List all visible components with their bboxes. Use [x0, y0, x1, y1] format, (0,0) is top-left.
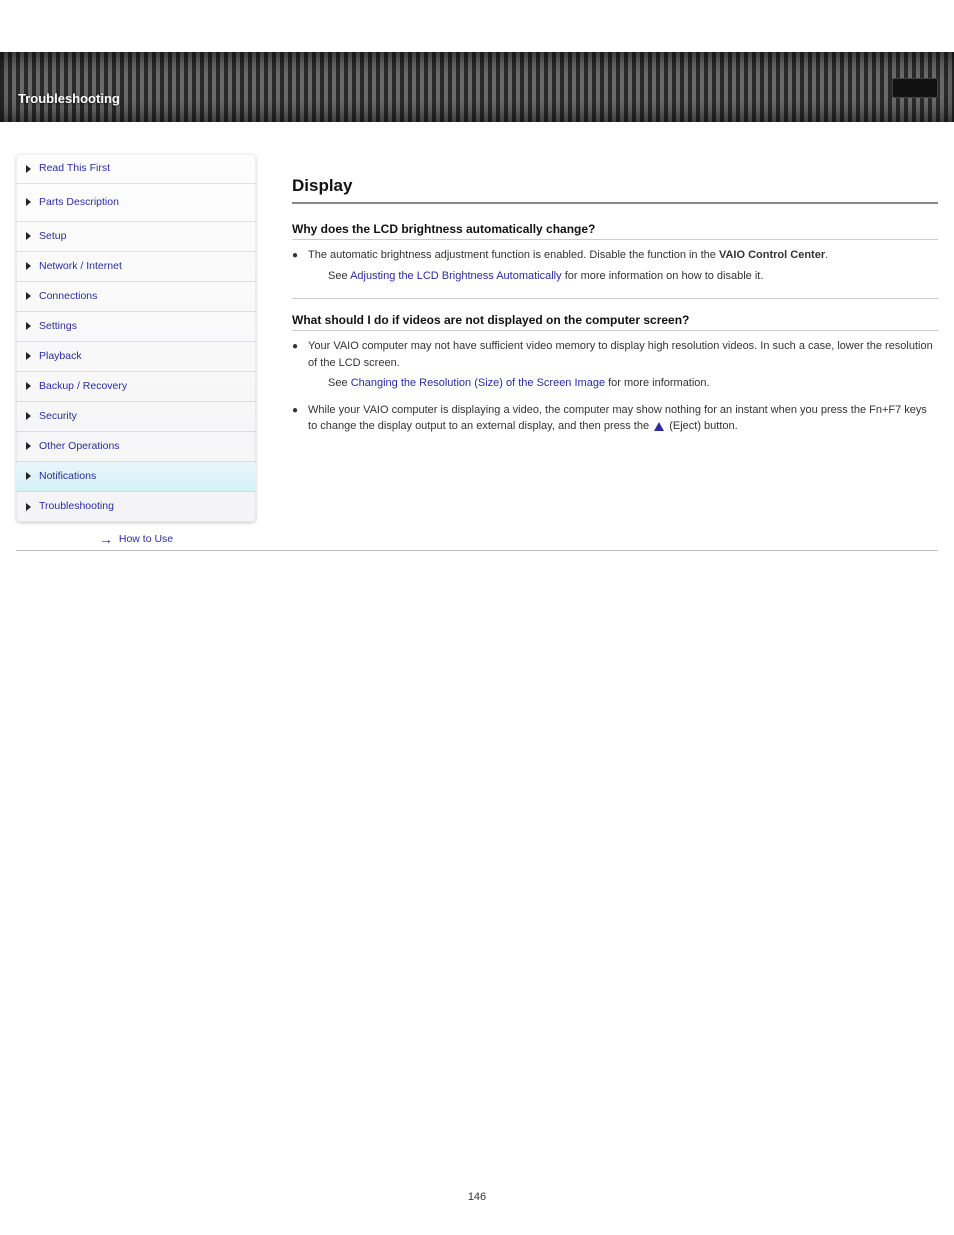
sidebar-item-read-this-first[interactable]: Read This First — [16, 154, 256, 184]
chevron-right-icon — [26, 442, 31, 450]
sidebar-item-label: Other Operations — [39, 440, 120, 453]
answer-bullet: The automatic brightness adjustment func… — [292, 247, 938, 284]
header-bar: Troubleshooting — [0, 52, 954, 122]
sidebar-item-label: Setup — [39, 230, 66, 243]
sidebar: Read This First Parts Description Setup … — [16, 154, 256, 522]
sidebar-item-setup[interactable]: Setup — [16, 222, 256, 252]
search-box[interactable] — [892, 78, 938, 98]
sidebar-item-playback[interactable]: Playback — [16, 342, 256, 372]
sidebar-item-label: Connections — [39, 290, 97, 303]
sidebar-item-label: Settings — [39, 320, 77, 333]
sidebar-item-backup-recovery[interactable]: Backup / Recovery — [16, 372, 256, 402]
link-resolution[interactable]: Changing the Resolution (Size) of the Sc… — [351, 377, 605, 389]
sidebar-item-label: Security — [39, 410, 77, 423]
sidebar-item-label: Backup / Recovery — [39, 380, 127, 393]
chevron-right-icon — [26, 292, 31, 300]
answer-text: Your VAIO computer may not have sufficie… — [308, 338, 938, 392]
main-content: Display Why does the LCD brightness auto… — [292, 154, 938, 546]
sidebar-item-label: Parts Description — [39, 196, 119, 209]
page-title: Display — [292, 176, 938, 196]
sidebar-item-label: Network / Internet — [39, 260, 122, 273]
chevron-right-icon — [26, 472, 31, 480]
answer-bullet: Your VAIO computer may not have sufficie… — [292, 338, 938, 392]
answer-bullet: While your VAIO computer is displaying a… — [292, 402, 938, 435]
answer-text: While your VAIO computer is displaying a… — [308, 402, 938, 435]
answer-block: Your VAIO computer may not have sufficie… — [292, 334, 938, 449]
sidebar-item-settings[interactable]: Settings — [16, 312, 256, 342]
sidebar-item-other-operations[interactable]: Other Operations — [16, 432, 256, 462]
question-heading: Why does the LCD brightness automaticall… — [292, 222, 938, 240]
chevron-right-icon — [26, 352, 31, 360]
title-divider — [292, 202, 938, 204]
sidebar-footer-link[interactable]: → How to Use — [16, 532, 256, 546]
answer-block: The automatic brightness adjustment func… — [292, 243, 938, 299]
sidebar-footer-label: How to Use — [119, 533, 173, 545]
sidebar-item-label: Notifications — [39, 470, 96, 483]
chevron-right-icon — [26, 412, 31, 420]
sidebar-item-security[interactable]: Security — [16, 402, 256, 432]
sidebar-item-notifications[interactable]: Notifications — [16, 462, 256, 492]
answer-text: The automatic brightness adjustment func… — [308, 247, 828, 284]
chevron-right-icon — [26, 165, 31, 173]
sidebar-item-label: Playback — [39, 350, 82, 363]
content-wrapper: Read This First Parts Description Setup … — [0, 134, 954, 546]
chevron-right-icon — [26, 322, 31, 330]
sidebar-item-label: Troubleshooting — [39, 500, 114, 513]
chevron-right-icon — [26, 198, 31, 206]
sidebar-item-label: Read This First — [39, 162, 110, 175]
sidebar-column: Read This First Parts Description Setup … — [16, 154, 256, 546]
eject-icon — [654, 422, 664, 431]
page-number: 146 — [0, 551, 954, 1223]
arrow-right-icon: → — [99, 532, 113, 546]
sidebar-item-network-internet[interactable]: Network / Internet — [16, 252, 256, 282]
chevron-right-icon — [26, 503, 31, 511]
sidebar-item-connections[interactable]: Connections — [16, 282, 256, 312]
chevron-right-icon — [26, 262, 31, 270]
header-title: Troubleshooting — [18, 91, 120, 106]
link-brightness[interactable]: Adjusting the LCD Brightness Automatical… — [350, 270, 562, 282]
chevron-right-icon — [26, 232, 31, 240]
question-heading: What should I do if videos are not displ… — [292, 313, 938, 331]
sidebar-item-troubleshooting[interactable]: Troubleshooting — [16, 492, 256, 522]
chevron-right-icon — [26, 382, 31, 390]
sidebar-item-parts-description[interactable]: Parts Description — [16, 184, 256, 222]
